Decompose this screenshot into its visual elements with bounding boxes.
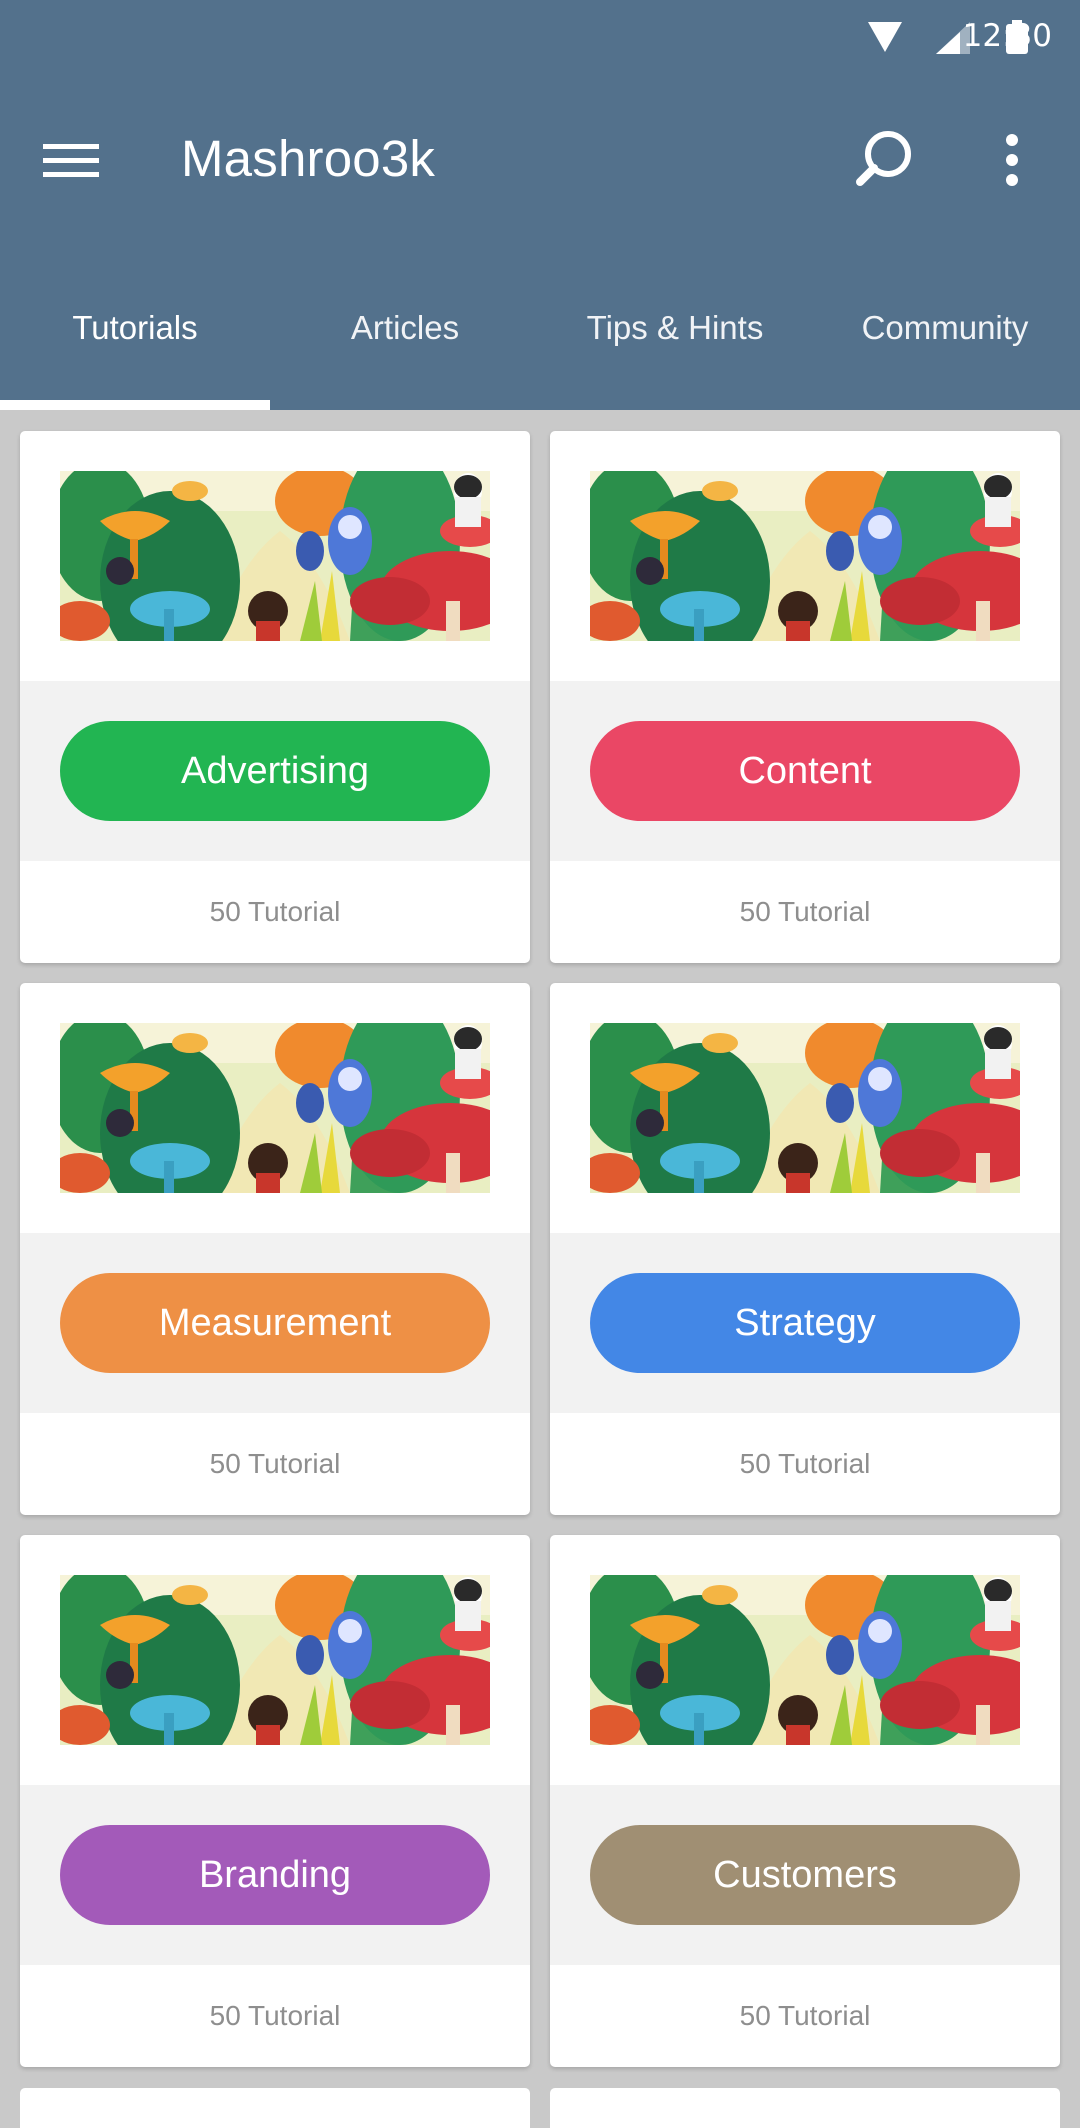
card-label-band: Customers (550, 1785, 1060, 1965)
card-thumbnail (590, 471, 1020, 641)
category-card-measurement[interactable]: Measurement 50 Tutorial (20, 983, 530, 1515)
category-card-advertising[interactable]: Advertising 50 Tutorial (20, 431, 530, 963)
menu-button[interactable] (43, 128, 123, 192)
card-thumbnail (60, 1023, 490, 1193)
tab-articles[interactable]: Articles (270, 280, 540, 410)
category-card-branding[interactable]: Branding 50 Tutorial (20, 1535, 530, 2067)
tab-tutorials[interactable]: Tutorials (0, 280, 270, 410)
tutorial-count: 50 Tutorial (209, 1448, 341, 1479)
card-label-band: Content (550, 681, 1060, 861)
tutorial-count: 50 Tutorial (209, 2000, 341, 2031)
tutorial-count: 50 Tutorial (209, 896, 341, 927)
more-vert-icon (1006, 134, 1018, 186)
tab-indicator (0, 400, 270, 410)
app-title: Mashroo3k (181, 130, 436, 187)
card-label-band: Strategy (550, 1233, 1060, 1413)
category-button-strategy[interactable]: Strategy (590, 1273, 1020, 1373)
more-options-button[interactable] (984, 124, 1040, 196)
tab-tips-hints[interactable]: Tips & Hints (540, 280, 810, 410)
tutorial-count: 50 Tutorial (739, 2000, 871, 2031)
category-button-customers[interactable]: Customers (590, 1825, 1020, 1925)
tutorial-count: 50 Tutorial (739, 1448, 871, 1479)
status-bar: 12:30 (680, 0, 1080, 76)
search-button[interactable] (846, 124, 918, 196)
category-button-content[interactable]: Content (590, 721, 1020, 821)
card-label-band: Measurement (20, 1233, 530, 1413)
category-card-strategy[interactable]: Strategy 50 Tutorial (550, 983, 1060, 1515)
status-time: 12:30 (962, 18, 1052, 54)
category-card-content[interactable]: Content 50 Tutorial (550, 431, 1060, 963)
card-thumbnail (590, 1023, 1020, 1193)
tab-bar: Tutorials Articles Tips & Hints Communit… (0, 280, 1080, 410)
category-button-measurement[interactable]: Measurement (60, 1273, 490, 1373)
card-label-band: Advertising (20, 681, 530, 861)
menu-icon (43, 144, 99, 177)
card-label-band: Branding (20, 1785, 530, 1965)
category-card-customers[interactable]: Customers 50 Tutorial (550, 1535, 1060, 2067)
category-button-branding[interactable]: Branding (60, 1825, 490, 1925)
tab-community[interactable]: Community (810, 280, 1080, 410)
card-thumbnail (60, 471, 490, 641)
app-bar: 12:30 Mashroo3k Tutorials Articles Tips … (0, 0, 1080, 410)
category-button-advertising[interactable]: Advertising (60, 721, 490, 821)
card-thumbnail (590, 1575, 1020, 1745)
category-card-partial[interactable] (20, 2088, 530, 2128)
search-icon (856, 131, 911, 186)
tutorial-count: 50 Tutorial (739, 896, 871, 927)
category-card-partial[interactable] (550, 2088, 1060, 2128)
wifi-icon (868, 22, 902, 52)
card-thumbnail (60, 1575, 490, 1745)
